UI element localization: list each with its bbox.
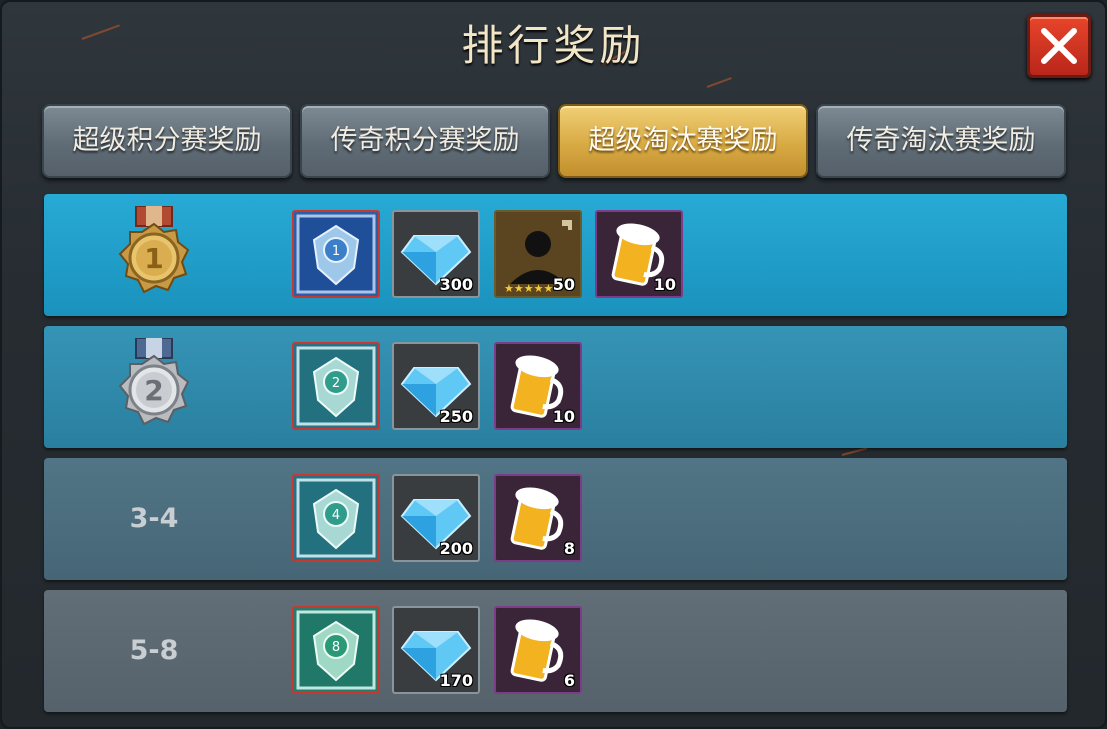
tab-legend-points-rewards[interactable]: 传奇积分赛奖励	[300, 104, 550, 178]
reward-beer[interactable]: 10	[595, 210, 683, 298]
close-icon	[1041, 28, 1077, 64]
reward-count: 50	[552, 275, 575, 294]
tab-super-knockout-rewards[interactable]: 超级淘汰赛奖励	[558, 104, 808, 178]
reward-count: 170	[439, 671, 473, 690]
rank-rewards-dialog: 排行奖励 超级积分赛奖励 传奇积分赛奖励 超级淘汰赛奖励 传奇淘汰赛奖励 1 1…	[0, 0, 1107, 729]
rank-range-label: 3-4	[129, 503, 179, 534]
svg-text:8: 8	[332, 640, 340, 655]
reward-count: 300	[439, 275, 473, 294]
rank-range-label: 5-8	[129, 635, 179, 666]
badge-icon: 8	[296, 610, 376, 690]
reward-row-rank-2: 2 2 250 10	[44, 326, 1067, 448]
svg-text:4: 4	[332, 508, 340, 523]
reward-count: 250	[439, 407, 473, 426]
reward-badge[interactable]: 2	[292, 342, 380, 430]
reward-row-rank-5-8: 5-8 8 170 6	[44, 590, 1067, 712]
reward-diamond[interactable]: 300	[392, 210, 480, 298]
reward-badge[interactable]: 1	[292, 210, 380, 298]
reward-diamond[interactable]: 250	[392, 342, 480, 430]
reward-diamond[interactable]: 170	[392, 606, 480, 694]
silver-medal-icon: 2	[118, 338, 190, 426]
gold-medal-icon: 1	[118, 206, 190, 294]
svg-text:2: 2	[332, 376, 340, 391]
reward-row-rank-3-4: 3-4 4 200 8	[44, 458, 1067, 580]
reward-tabs: 超级积分赛奖励 传奇积分赛奖励 超级淘汰赛奖励 传奇淘汰赛奖励	[42, 104, 1068, 178]
star-rating: ★★★★★	[504, 282, 553, 295]
reward-beer[interactable]: 8	[494, 474, 582, 562]
tab-legend-knockout-rewards[interactable]: 传奇淘汰赛奖励	[816, 104, 1066, 178]
reward-count: 6	[563, 671, 575, 690]
reward-beer[interactable]: 6	[494, 606, 582, 694]
reward-count: 10	[653, 275, 676, 294]
rank-number: 2	[144, 374, 163, 407]
badge-icon: 2	[296, 346, 376, 426]
dialog-title: 排行奖励	[461, 21, 646, 70]
reward-row-rank-1: 1 1 300 ★★★★★ 50 10	[44, 194, 1067, 316]
reward-badge[interactable]: 8	[292, 606, 380, 694]
badge-icon: 4	[296, 478, 376, 558]
reward-beer[interactable]: 10	[494, 342, 582, 430]
reward-diamond[interactable]: 200	[392, 474, 480, 562]
reward-badge[interactable]: 4	[292, 474, 380, 562]
reward-count: 8	[563, 539, 575, 558]
rank-number: 1	[144, 242, 163, 275]
close-button[interactable]	[1027, 14, 1091, 78]
reward-count: 10	[552, 407, 575, 426]
tab-super-points-rewards[interactable]: 超级积分赛奖励	[42, 104, 292, 178]
reward-count: 200	[439, 539, 473, 558]
svg-text:1: 1	[332, 244, 340, 259]
reward-player-card[interactable]: ★★★★★ 50	[494, 210, 582, 298]
badge-icon: 1	[296, 214, 376, 294]
